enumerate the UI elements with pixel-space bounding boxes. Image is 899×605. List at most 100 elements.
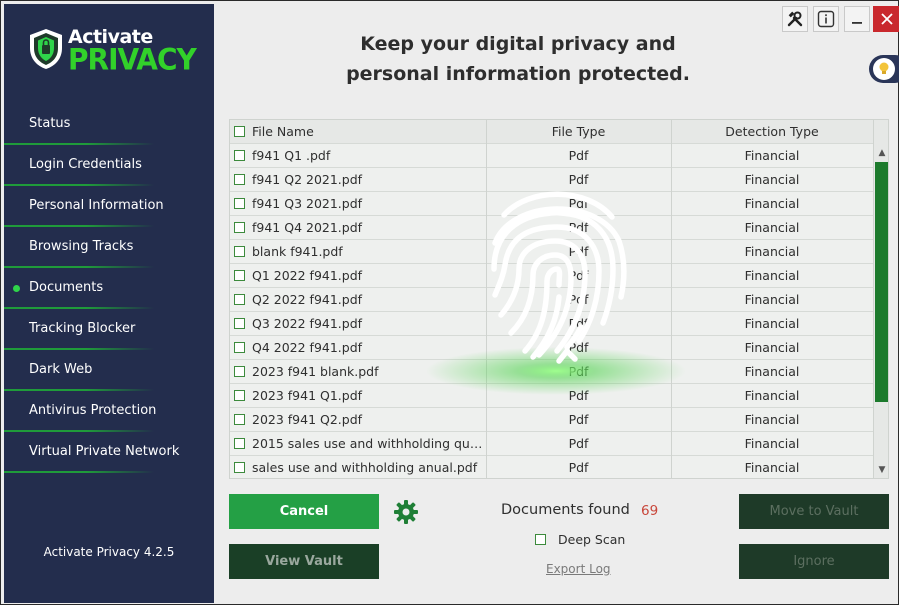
sidebar-item-label: Tracking Blocker [29,321,136,336]
sidebar-item-browsing-tracks[interactable]: Browsing Tracks [4,227,214,268]
sidebar-item-status[interactable]: Status [4,104,214,145]
column-header-detection-type[interactable]: Detection Type [671,124,873,139]
row-checkbox[interactable] [234,270,245,281]
table-row[interactable]: Q4 2022 f941.pdf Pdf Financial [230,336,873,360]
table-row[interactable]: f941 Q2 2021.pdf Pdf Financial [230,168,873,192]
detection-type-cell: Financial [744,316,800,331]
table-row[interactable]: sales use and withholding anual.pdf Pdf Fi… [230,456,873,478]
table-row[interactable]: f941 Q3 2021.pdf Pdf Financial [230,192,873,216]
ignore-button[interactable]: Ignore [739,544,889,579]
scroll-down-icon[interactable]: ▼ [874,462,888,478]
table-row[interactable]: f941 Q4 2021.pdf Pdf Financial [230,216,873,240]
sidebar-item-label: Login Credentials [29,157,142,172]
file-name-cell: Q2 2022 f941.pdf [252,292,363,307]
row-checkbox[interactable] [234,318,245,329]
active-dot [13,285,20,292]
table-row[interactable]: 2023 f941 Q1.pdf Pdf Financial [230,384,873,408]
row-checkbox[interactable] [234,414,245,425]
row-checkbox[interactable] [234,198,245,209]
move-to-vault-button[interactable]: Move to Vault [739,494,889,529]
row-checkbox[interactable] [234,438,245,449]
sidebar-item-personal-information[interactable]: Personal Information [4,186,214,227]
deep-scan-label[interactable]: Deep Scan [558,532,625,547]
file-type-cell: Pdf [568,244,589,259]
deep-scan-checkbox[interactable] [535,534,546,545]
table-row[interactable]: 2023 f941 Q2.pdf Pdf Financial [230,408,873,432]
view-vault-button[interactable]: View Vault [229,544,379,579]
row-checkbox[interactable] [234,222,245,233]
row-checkbox[interactable] [234,294,245,305]
file-type-cell: Pdf [568,268,589,283]
detection-type-cell: Financial [744,244,800,259]
sidebar-item-label: Virtual Private Network [29,444,180,459]
file-name-cell: 2023 f941 Q1.pdf [252,388,363,403]
file-type-cell: Pdf [568,364,589,379]
gear-icon[interactable] [393,499,419,525]
row-checkbox[interactable] [234,174,245,185]
close-button[interactable] [873,6,899,32]
table-row[interactable]: 2015 sales use and withholding qua… Pdf Fi… [230,432,873,456]
table-row[interactable]: blank f941.pdf Pdf Financial [230,240,873,264]
minimize-button[interactable] [844,6,870,32]
scrollbar-thumb[interactable] [875,162,888,402]
minimize-icon [852,22,862,24]
column-header-file-name[interactable]: File Name [252,124,486,139]
app-logo: Activate PRIVACY [28,26,198,77]
table-scrollbar[interactable]: ▲ ▼ [873,120,888,478]
sidebar-item-dark-web[interactable]: Dark Web [4,350,214,391]
column-header-file-type[interactable]: File Type [486,124,671,139]
file-name-cell: Q1 2022 f941.pdf [252,268,363,283]
sidebar-nav: Status Login Credentials Personal Inform… [4,104,214,473]
sidebar-item-antivirus-protection[interactable]: Antivirus Protection [4,391,214,432]
detection-type-cell: Financial [744,460,800,475]
file-type-cell: Pdf [568,292,589,307]
table-row[interactable]: f941 Q1 .pdf Pdf Financial [230,144,873,168]
table-row[interactable]: 2023 f941 blank.pdf Pdf Financial [230,360,873,384]
file-type-cell: Pdf [568,172,589,187]
sidebar-item-login-credentials[interactable]: Login Credentials [4,145,214,186]
row-checkbox[interactable] [234,150,245,161]
row-checkbox[interactable] [234,462,245,473]
row-checkbox[interactable] [234,366,245,377]
info-button[interactable] [813,6,839,32]
sidebar-item-label: Browsing Tracks [29,239,134,254]
sidebar-item-virtual-private-network[interactable]: Virtual Private Network [4,432,214,473]
file-type-cell: Pdf [568,148,589,163]
select-all-checkbox[interactable] [234,126,245,137]
file-type-cell: Pdf [568,316,589,331]
export-log-link[interactable]: Export Log [546,562,611,576]
table-row[interactable]: Q1 2022 f941.pdf Pdf Financial [230,264,873,288]
detection-type-cell: Financial [744,388,800,403]
file-type-cell: Pdf [568,436,589,451]
row-checkbox[interactable] [234,246,245,257]
row-checkbox[interactable] [234,342,245,353]
documents-found-count: 69 [641,503,659,519]
page-title-line2: personal information protected. [346,63,690,85]
detection-type-cell: Financial [744,364,800,379]
app-window: Activate PRIVACY Status Login Credential… [0,0,899,605]
sidebar-item-tracking-blocker[interactable]: Tracking Blocker [4,309,214,350]
sidebar-item-documents[interactable]: Documents [4,268,214,309]
table-row[interactable]: Q3 2022 f941.pdf Pdf Financial [230,312,873,336]
detection-type-cell: Financial [744,268,800,283]
theme-toggle[interactable] [869,55,899,83]
detection-type-cell: Financial [744,436,800,451]
sidebar-item-label: Personal Information [29,198,164,213]
detection-type-cell: Financial [744,196,800,211]
row-checkbox[interactable] [234,390,245,401]
detection-type-cell: Financial [744,172,800,187]
file-type-cell: Pdf [568,460,589,475]
table-row[interactable]: Q2 2022 f941.pdf Pdf Financial [230,288,873,312]
scroll-up-icon[interactable]: ▲ [874,145,888,161]
file-type-cell: Pdf [568,220,589,235]
file-name-cell: 2023 f941 Q2.pdf [252,412,363,427]
info-icon [817,10,835,28]
file-name-cell: Q4 2022 f941.pdf [252,340,363,355]
cancel-button[interactable]: Cancel [229,494,379,529]
file-name-cell: f941 Q2 2021.pdf [252,172,363,187]
detection-type-cell: Financial [744,292,800,307]
file-name-cell: f941 Q3 2021.pdf [252,196,363,211]
tools-button[interactable] [782,6,808,32]
documents-found-label: Documents found [501,502,630,518]
detection-type-cell: Financial [744,412,800,427]
